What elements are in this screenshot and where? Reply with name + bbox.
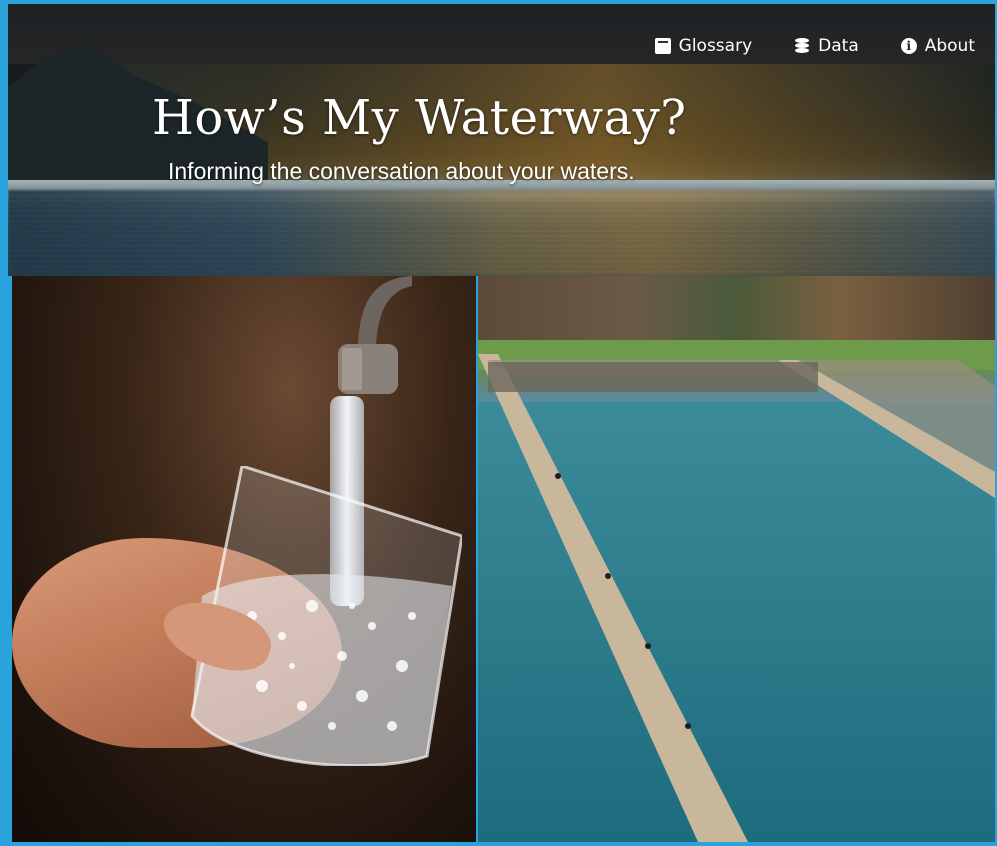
- tap-water-glass-photo: [12, 276, 476, 842]
- hero-banner: Glossary Data i About How’s My Waterway?…: [8, 4, 995, 276]
- book-icon: [654, 38, 671, 54]
- water-reservoir-photo: [478, 276, 995, 842]
- nav-glossary-link[interactable]: Glossary: [654, 36, 753, 56]
- faucet-icon: [338, 276, 412, 394]
- info-icon: i: [900, 38, 917, 54]
- nav-data-link[interactable]: Data: [794, 36, 859, 56]
- top-nav: Glossary Data i About: [654, 36, 975, 56]
- page-subtitle: Informing the conversation about your wa…: [168, 158, 635, 184]
- page-title: How’s My Waterway?: [152, 90, 687, 146]
- walkway-lines: [478, 354, 995, 842]
- nav-data-label: Data: [818, 36, 859, 56]
- database-icon: [794, 38, 810, 54]
- lake-reflection: [8, 190, 995, 276]
- nav-about-link[interactable]: i About: [900, 36, 975, 56]
- nav-glossary-label: Glossary: [678, 36, 753, 56]
- nav-about-label: About: [924, 36, 975, 56]
